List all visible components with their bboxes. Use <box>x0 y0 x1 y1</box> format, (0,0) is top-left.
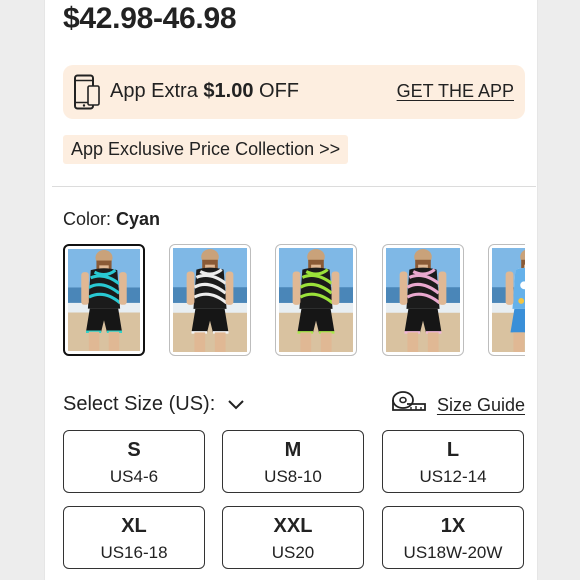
size-option-label: L <box>446 439 460 461</box>
size-option-1x[interactable]: 1X US18W-20W <box>382 506 524 569</box>
size-option-label: S <box>127 439 141 461</box>
color-swatch-green[interactable] <box>275 244 357 356</box>
size-option-label: 1X <box>440 515 466 537</box>
size-option-us-range: US4-6 <box>109 467 159 486</box>
color-swatch-row <box>63 244 525 360</box>
color-label-prefix: Color: <box>63 209 117 229</box>
size-option-xl[interactable]: XL US16-18 <box>63 506 205 569</box>
size-option-l[interactable]: L US12-14 <box>382 430 524 493</box>
color-swatch-blue-floral[interactable] <box>488 244 525 356</box>
size-option-us-range: US12-14 <box>419 467 487 486</box>
color-swatch-white[interactable] <box>169 244 251 356</box>
app-promo-banner[interactable]: App Extra $1.00 OFF GET THE APP <box>63 65 525 119</box>
app-extra-text: App Extra $1.00 OFF <box>110 80 299 103</box>
size-guide-label: Size Guide <box>436 395 525 415</box>
get-the-app-link[interactable]: GET THE APP <box>397 81 514 102</box>
size-option-label: XL <box>121 515 147 537</box>
size-option-us-range: US18W-20W <box>403 543 503 562</box>
swatch-photo <box>173 248 247 352</box>
swatch-photo <box>386 248 460 352</box>
size-option-xxl[interactable]: XXL US20 <box>222 506 364 569</box>
price-range: $42.98-46.98 <box>63 2 237 35</box>
size-option-us-range: US20 <box>271 543 315 562</box>
swatch-photo <box>492 248 525 352</box>
size-options-grid: S US4-6 M US8-10 L US12-14 XL US16-18 XXL US20 1X U… <box>63 430 525 570</box>
chevron-down-icon <box>228 400 244 410</box>
app-extra-suffix: OFF <box>253 80 299 102</box>
size-option-label: M <box>284 439 302 461</box>
app-extra-amount: $1.00 <box>203 80 254 102</box>
app-extra-prefix: App Extra <box>110 80 204 102</box>
color-label: Color: Cyan <box>63 209 160 230</box>
color-swatch-cyan[interactable] <box>63 244 145 356</box>
app-exclusive-collection-link[interactable]: App Exclusive Price Collection >> <box>63 135 349 164</box>
size-option-s[interactable]: S US4-6 <box>63 430 205 493</box>
selected-color-name: Cyan <box>116 209 161 229</box>
measuring-tape-icon <box>392 391 426 411</box>
swatch-photo <box>68 249 140 351</box>
smartphone-icon <box>74 74 100 110</box>
size-option-us-range: US16-18 <box>100 543 168 562</box>
section-divider <box>52 186 536 187</box>
size-option-us-range: US8-10 <box>264 467 322 486</box>
size-region-selector[interactable]: Select Size (US): <box>63 393 245 416</box>
size-header-label: Select Size (US): <box>63 393 216 415</box>
size-option-label: XXL <box>273 515 313 537</box>
swatch-photo <box>279 248 353 352</box>
size-guide-link[interactable]: Size Guide <box>392 390 525 418</box>
size-option-m[interactable]: M US8-10 <box>222 430 364 493</box>
color-swatch-pink[interactable] <box>382 244 464 356</box>
